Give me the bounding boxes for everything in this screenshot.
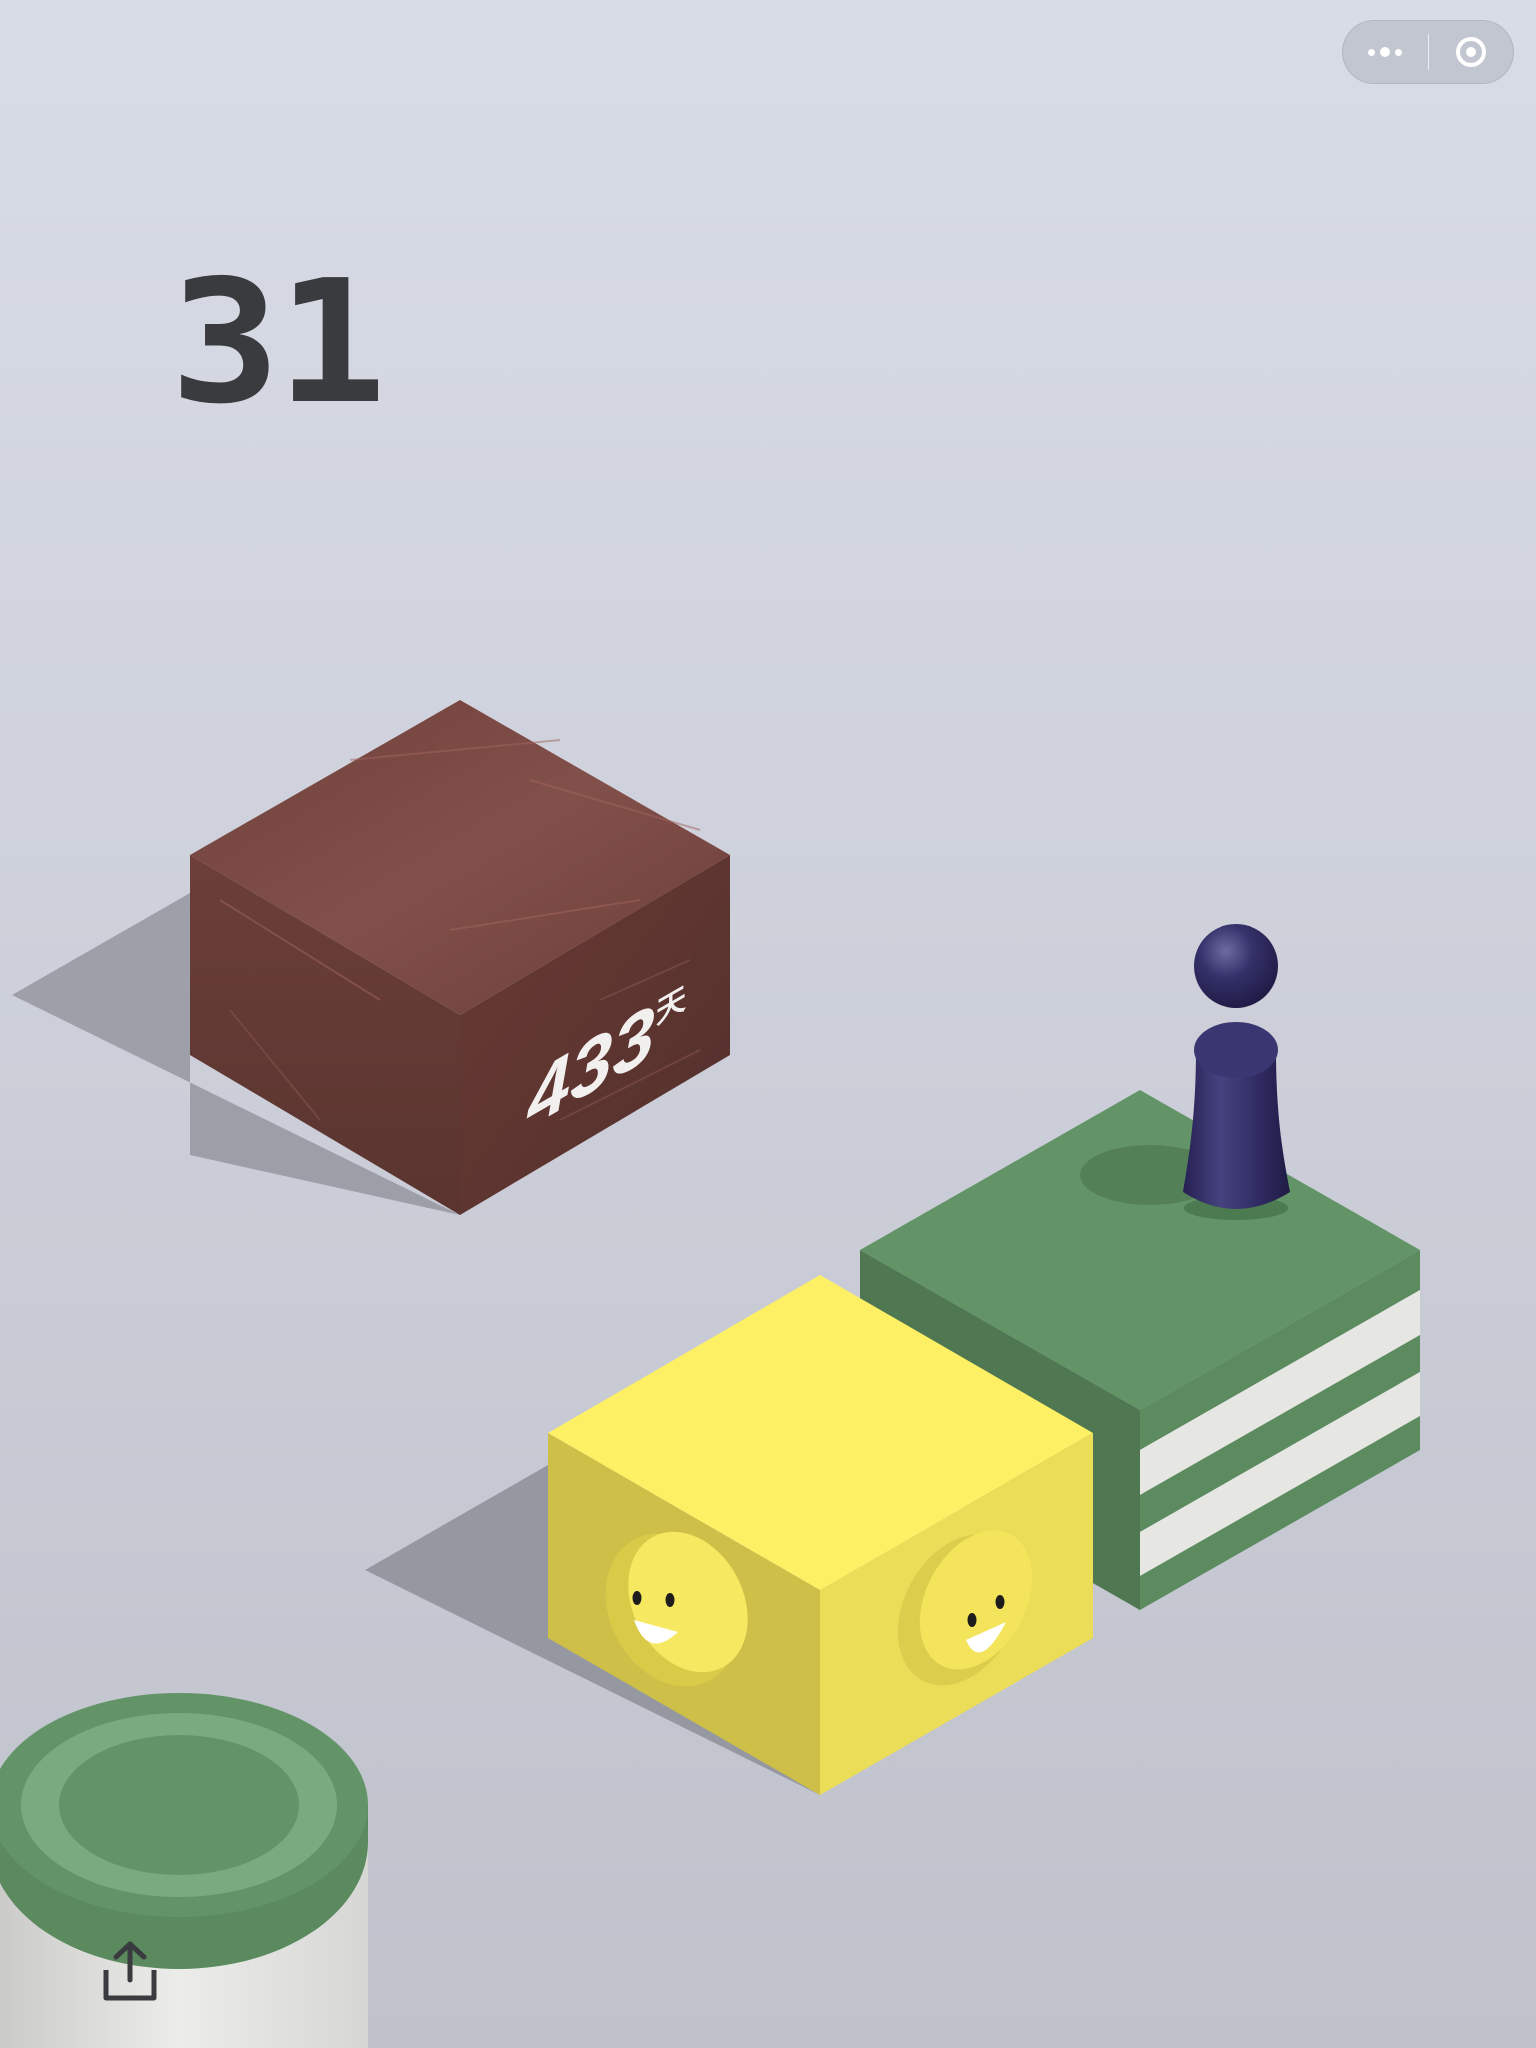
score-counter: 31 bbox=[170, 244, 387, 442]
target-circle-icon bbox=[1455, 37, 1486, 67]
share-button[interactable] bbox=[100, 1940, 160, 2004]
player-piece bbox=[1183, 924, 1290, 1220]
brown-marble-block: 433 天 bbox=[12, 700, 730, 1215]
player-head bbox=[1194, 924, 1278, 1008]
share-upload-icon bbox=[103, 1941, 157, 2001]
green-cylinder-platform bbox=[0, 1693, 368, 2048]
more-button[interactable] bbox=[1343, 21, 1428, 83]
more-dots-icon bbox=[1368, 47, 1403, 57]
miniprogram-capsule bbox=[1342, 20, 1514, 84]
close-button[interactable] bbox=[1429, 21, 1514, 83]
